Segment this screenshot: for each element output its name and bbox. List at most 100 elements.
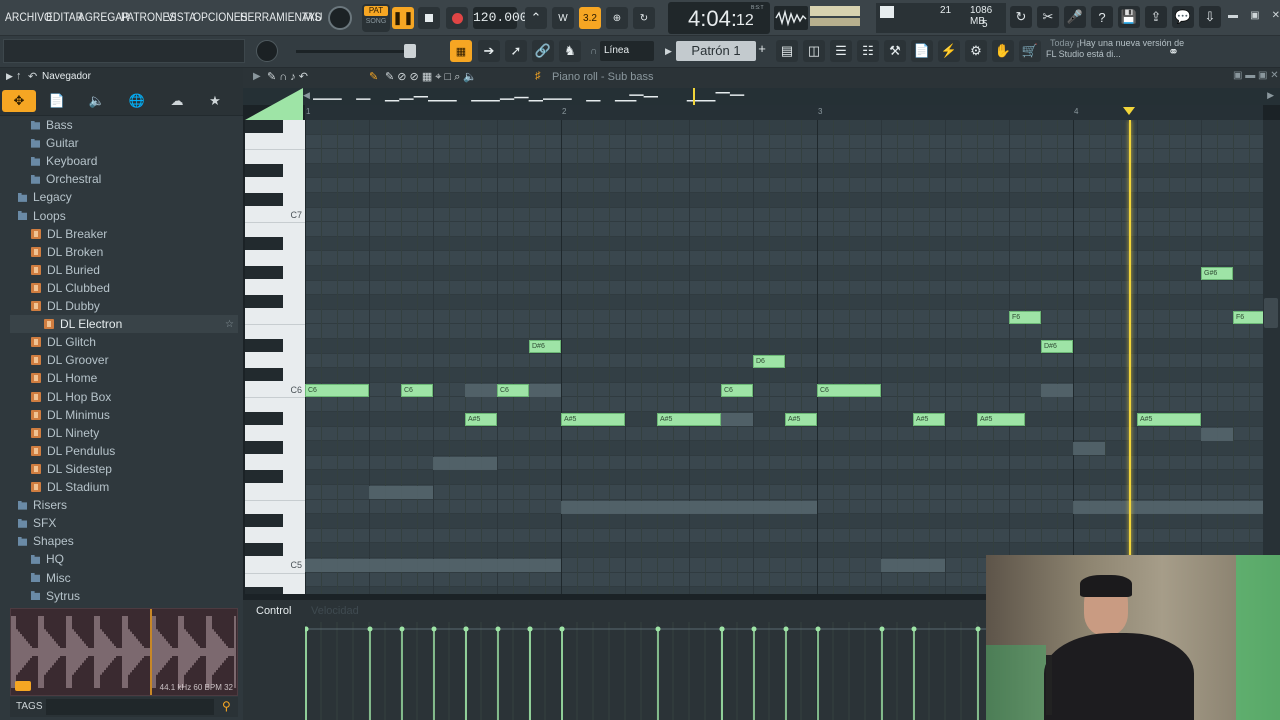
tree-item[interactable]: Misc [10, 569, 238, 587]
time-display[interactable]: 4:04: 12 B:S:T [668, 2, 770, 34]
black-key[interactable] [245, 514, 283, 528]
play-pause-button[interactable]: ❚❚ [392, 7, 414, 29]
pr-tools-icons[interactable]: ✎ ∩ ♪ ↶ [267, 70, 308, 83]
tab-projects[interactable]: 📄 [40, 90, 74, 112]
minimize-icon[interactable]: ▬ [1228, 10, 1238, 26]
search-icon[interactable]: ⚲ [222, 699, 231, 713]
link-button[interactable]: 🔗 [532, 40, 554, 62]
metronome-button[interactable]: ⌃ [525, 7, 547, 29]
tree-item[interactable]: HQ [10, 550, 238, 568]
wait-input-button[interactable]: W [552, 7, 574, 29]
tree-item[interactable]: Risers [10, 496, 238, 514]
tempo-display[interactable]: 120.000 [473, 7, 528, 29]
tree-item[interactable]: DL Hop Box [10, 388, 238, 406]
browser-up-icon[interactable]: ↑ [16, 70, 22, 82]
playhead-marker[interactable] [1123, 107, 1136, 115]
velocity-handle[interactable] [495, 626, 501, 632]
stamp-button[interactable]: ♞ [559, 40, 581, 62]
black-key[interactable] [245, 470, 283, 484]
tree-item[interactable]: SFX [10, 514, 238, 532]
save-button[interactable]: 💾 [1118, 6, 1140, 28]
midi-note[interactable]: A#5 [657, 413, 721, 426]
velocity-handle[interactable] [305, 626, 309, 632]
timeline-ruler[interactable]: 1 2 3 4 [305, 105, 1263, 120]
tree-item[interactable]: DL Glitch [10, 333, 238, 351]
sample-preview[interactable]: 44.1 kHz 60 BPM 32 [10, 608, 238, 696]
master-slider-handle[interactable] [404, 44, 416, 58]
overview-left-arrow[interactable]: ◀ [303, 90, 310, 101]
piano-roll-button[interactable]: ▦ [450, 40, 472, 62]
midi-note[interactable]: D#6 [1041, 340, 1073, 353]
fx-button[interactable]: ⚙ [965, 40, 987, 62]
black-key[interactable] [245, 163, 283, 177]
midi-note[interactable]: F6 [1009, 310, 1041, 324]
midi-note[interactable]: C6 [497, 383, 529, 397]
plugin-picker-button[interactable]: 📄 [911, 40, 933, 62]
shop-button[interactable]: 🛒 [1019, 40, 1041, 62]
pat-song-toggle[interactable]: PAT SONG [362, 4, 390, 32]
tree-item[interactable]: DL Broken [10, 243, 238, 261]
midi-note[interactable]: C6 [721, 383, 753, 397]
pattern-prev-icon[interactable]: ▶ [665, 46, 672, 57]
black-key[interactable] [245, 368, 283, 382]
pr-window-controls[interactable]: ▣ ▬ ▣ ✕ [1233, 70, 1279, 81]
pattern-selector[interactable]: Patrón 1 [676, 41, 756, 61]
velocity-handle[interactable] [431, 626, 437, 632]
midi-note[interactable]: A#5 [913, 413, 945, 426]
tree-item[interactable]: Bass [10, 116, 238, 134]
midi-note[interactable]: A#5 [1137, 413, 1201, 426]
tab-cloud[interactable]: ☁ [160, 90, 194, 112]
black-key[interactable] [245, 120, 283, 133]
tree-item[interactable]: DL Home [10, 369, 238, 387]
midi-note[interactable]: A#5 [785, 413, 817, 426]
step-edit-button[interactable]: 3.2 [579, 7, 601, 29]
midi-note[interactable]: D#6 [529, 340, 561, 353]
black-key[interactable] [245, 193, 283, 206]
undo-history-button[interactable]: ↻ [1010, 6, 1032, 28]
midi-note[interactable]: F6 [1233, 310, 1263, 324]
add-pattern-button[interactable]: + [756, 41, 768, 61]
midi-note[interactable]: G#6 [1201, 267, 1233, 280]
master-volume-knob[interactable] [328, 6, 352, 30]
black-key[interactable] [245, 543, 283, 557]
tree-item[interactable]: DL Buried [10, 261, 238, 279]
velocity-handle[interactable] [751, 626, 757, 632]
velocity-handle[interactable] [783, 626, 789, 632]
plugin-button[interactable]: ⚡ [938, 40, 960, 62]
snap-select[interactable]: Línea [600, 41, 654, 61]
restore-icon[interactable]: ▣ [1250, 10, 1259, 26]
browser-menu-icon[interactable]: ▶ [6, 71, 13, 82]
tree-item[interactable]: DL Sidestep [10, 460, 238, 478]
tree-item[interactable]: DL Breaker [10, 225, 238, 243]
preview-play-icon[interactable] [15, 681, 31, 691]
control-label[interactable]: Control [256, 605, 291, 617]
tab-sounds[interactable]: 🔈 [80, 90, 114, 112]
tree-item[interactable]: DL Minimus [10, 406, 238, 424]
favorite-star-icon[interactable]: ☆ [225, 319, 234, 330]
tree-item[interactable]: DL Groover [10, 351, 238, 369]
vertical-scroll-thumb[interactable] [1264, 298, 1278, 328]
tree-item[interactable]: DL Electron ☆ [10, 315, 238, 334]
tree-item[interactable]: DL Stadium [10, 478, 238, 496]
black-key[interactable] [245, 441, 283, 455]
velocity-handle[interactable] [367, 626, 373, 632]
blend-notes-button[interactable]: ⊕ [606, 7, 628, 29]
tree-item[interactable]: Keyboard [10, 152, 238, 170]
velocity-label[interactable]: Velocidad [311, 605, 359, 617]
playlist-button[interactable]: ▤ [776, 40, 798, 62]
zoom-corner[interactable] [245, 88, 303, 120]
tab-favorites[interactable]: ★ [198, 90, 232, 112]
download-button[interactable]: ⇩ [1199, 6, 1221, 28]
pencil-icon[interactable]: ✎ [369, 70, 378, 83]
black-key[interactable] [245, 587, 283, 594]
vertical-scrollbar[interactable] [1263, 120, 1280, 594]
pr-edit-tools[interactable]: ✎ ⊘ ⊘ ▦ ⌖ □ ⌕ 🔈 [385, 70, 477, 84]
slide-button[interactable]: ➚ [505, 40, 527, 62]
black-key[interactable] [245, 412, 283, 425]
help-button[interactable]: ? [1091, 6, 1113, 28]
tree-item[interactable]: Loops [10, 207, 238, 225]
pr-menu-icon[interactable]: ▶ [253, 71, 261, 82]
midi-note[interactable]: A#5 [561, 413, 625, 426]
velocity-handle[interactable] [975, 626, 981, 632]
tree-item[interactable]: Legacy [10, 188, 238, 206]
